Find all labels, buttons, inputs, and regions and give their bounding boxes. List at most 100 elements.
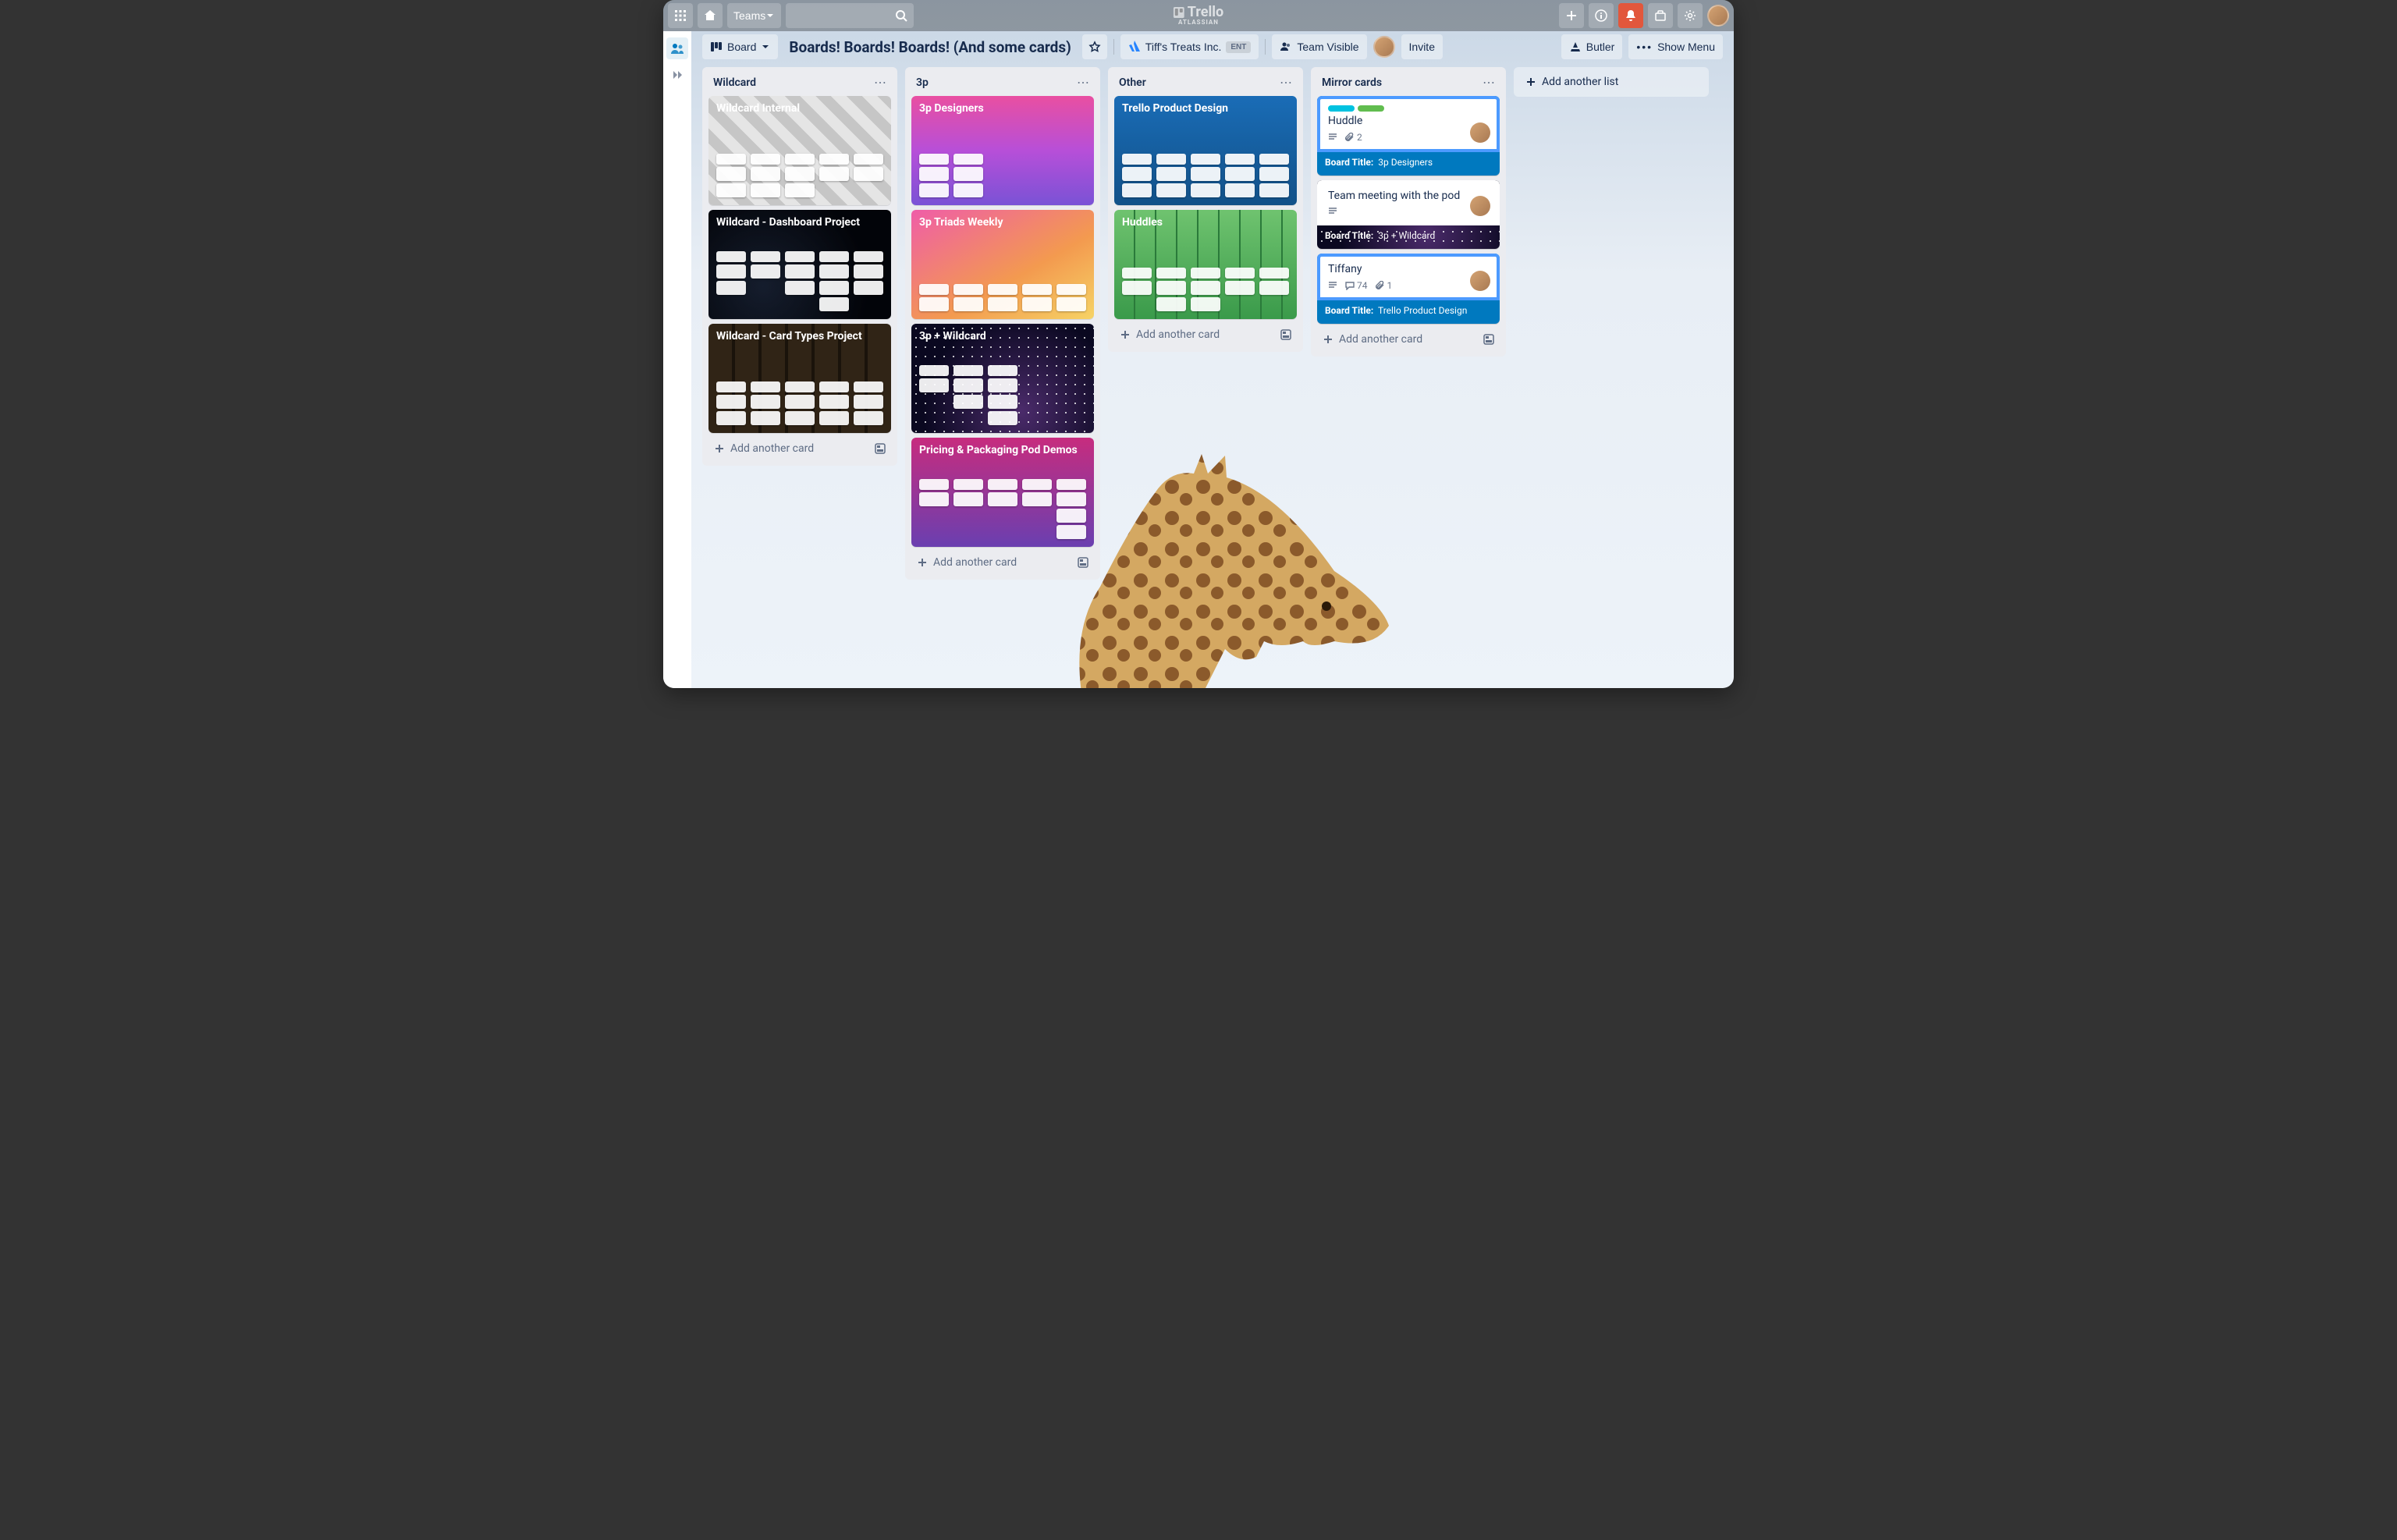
board-card[interactable]: Wildcard - Dashboard Project xyxy=(708,210,891,319)
description-icon xyxy=(1328,207,1337,216)
invite-button[interactable]: Invite xyxy=(1401,34,1443,59)
list-menu-button[interactable]: ⋯ xyxy=(1077,75,1089,90)
global-header: Teams Trello ATLASSIAN xyxy=(663,0,1734,31)
board-card-title: Wildcard - Dashboard Project xyxy=(716,216,883,229)
info-button[interactable] xyxy=(1589,3,1614,28)
grid-icon xyxy=(674,9,687,22)
board-icon xyxy=(710,41,723,53)
atlassian-icon xyxy=(1128,41,1141,53)
board-card-title: 3p + Wildcard xyxy=(919,330,1086,342)
list-title[interactable]: Other xyxy=(1119,76,1146,89)
plus-icon xyxy=(1525,76,1537,88)
chevron-down-icon xyxy=(765,11,775,20)
board-card[interactable]: 3p Designers xyxy=(911,96,1094,205)
description-icon xyxy=(1328,281,1337,290)
create-from-template-button[interactable] xyxy=(1280,328,1292,341)
expand-rail[interactable] xyxy=(666,64,688,86)
board-card[interactable]: 3p + Wildcard xyxy=(911,324,1094,433)
card-title: Tiffany xyxy=(1328,263,1489,275)
board-view-switcher[interactable]: Board xyxy=(702,34,778,59)
create-button[interactable] xyxy=(1559,3,1584,28)
home-icon xyxy=(704,9,716,22)
plus-icon xyxy=(713,442,726,455)
list-menu-button[interactable]: ⋯ xyxy=(1483,75,1495,90)
member-avatar[interactable] xyxy=(1470,271,1490,291)
description-icon xyxy=(1328,133,1337,142)
divider xyxy=(1113,39,1114,55)
board-card[interactable]: Trello Product Design xyxy=(1114,96,1297,205)
list-title[interactable]: Wildcard xyxy=(713,76,756,89)
star-button[interactable] xyxy=(1082,34,1107,59)
show-menu-button[interactable]: ••• Show Menu xyxy=(1628,34,1723,59)
list: Other ⋯ Trello Product Design Huddles Ad… xyxy=(1108,67,1303,352)
mirror-card[interactable]: Tiffany 741 Board Title: Trello Product … xyxy=(1317,254,1500,324)
teams-dropdown[interactable]: Teams xyxy=(727,3,781,28)
mirror-card-source: Board Title: 3p + Wildcard xyxy=(1317,225,1500,249)
add-card-button[interactable]: Add another card xyxy=(708,438,891,460)
list: 3p ⋯ 3p Designers 3p Triads Weekly 3p + … xyxy=(905,67,1100,580)
template-icon xyxy=(1280,328,1292,341)
butler-icon xyxy=(1569,41,1582,53)
home-button[interactable] xyxy=(698,3,723,28)
plus-icon xyxy=(1322,333,1334,346)
member-avatar[interactable] xyxy=(1470,122,1490,143)
board-card-title: 3p Designers xyxy=(919,102,1086,115)
search-input[interactable] xyxy=(786,3,914,28)
mirror-card[interactable]: Team meeting with the pod Board Title: 3… xyxy=(1317,180,1500,249)
create-from-template-button[interactable] xyxy=(1077,556,1089,569)
user-avatar[interactable] xyxy=(1707,5,1729,27)
apps-button[interactable] xyxy=(668,3,693,28)
ent-badge: ENT xyxy=(1226,41,1251,53)
list: Mirror cards ⋯ Huddle 2 Board Title: 3p … xyxy=(1311,67,1506,357)
board-card-title: Pricing & Packaging Pod Demos xyxy=(919,444,1086,456)
comment-icon xyxy=(1345,281,1355,290)
people-icon xyxy=(1280,41,1292,53)
create-from-template-button[interactable] xyxy=(1483,333,1495,346)
board-title[interactable]: Boards! Boards! Boards! (And some cards) xyxy=(784,38,1075,56)
mirror-card[interactable]: Huddle 2 Board Title: 3p Designers xyxy=(1317,96,1500,176)
board-card[interactable]: Huddles xyxy=(1114,210,1297,319)
board-card[interactable]: Pricing & Packaging Pod Demos xyxy=(911,438,1094,547)
board-card-title: Trello Product Design xyxy=(1122,102,1289,115)
list-menu-button[interactable]: ⋯ xyxy=(1280,75,1292,90)
menu-dots-icon: ••• xyxy=(1636,41,1653,53)
board-card-title: 3p Triads Weekly xyxy=(919,216,1086,229)
star-icon xyxy=(1088,41,1101,53)
board-card[interactable]: Wildcard Internal xyxy=(708,96,891,205)
gift-button[interactable] xyxy=(1648,3,1673,28)
add-list-button[interactable]: Add another list xyxy=(1514,67,1709,97)
search-icon xyxy=(895,9,907,22)
board-card[interactable]: Wildcard - Card Types Project xyxy=(708,324,891,433)
info-icon xyxy=(1595,9,1607,22)
workspace-nav[interactable] xyxy=(666,37,688,59)
settings-button[interactable] xyxy=(1678,3,1703,28)
member-avatar[interactable] xyxy=(1373,36,1395,58)
chevron-right-double-icon xyxy=(672,69,683,80)
list-menu-button[interactable]: ⋯ xyxy=(874,75,886,90)
card-title: Team meeting with the pod xyxy=(1328,190,1489,202)
card-title: Huddle xyxy=(1328,115,1489,127)
mirror-card-source: Board Title: 3p Designers xyxy=(1317,152,1500,176)
board-card[interactable]: 3p Triads Weekly xyxy=(911,210,1094,319)
add-card-button[interactable]: Add another card xyxy=(1317,328,1500,350)
list-title[interactable]: Mirror cards xyxy=(1322,76,1382,89)
bell-icon xyxy=(1625,9,1637,22)
board-header: Board Boards! Boards! Boards! (And some … xyxy=(691,31,1734,62)
workspace-link[interactable]: Tiff's Treats Inc. ENT xyxy=(1120,34,1259,59)
create-from-template-button[interactable] xyxy=(874,442,886,455)
add-card-button[interactable]: Add another card xyxy=(911,552,1094,573)
chevron-down-icon xyxy=(761,42,770,51)
notifications-button[interactable] xyxy=(1618,3,1643,28)
gear-icon xyxy=(1684,9,1696,22)
mirror-card-source: Board Title: Trello Product Design xyxy=(1317,300,1500,324)
briefcase-icon xyxy=(1654,9,1667,22)
divider xyxy=(1265,39,1266,55)
board-canvas: Wildcard ⋯ Wildcard Internal Wildcard - … xyxy=(691,62,1734,688)
visibility-button[interactable]: Team Visible xyxy=(1272,34,1366,59)
list-title[interactable]: 3p xyxy=(916,76,929,89)
add-card-button[interactable]: Add another card xyxy=(1114,324,1297,346)
member-avatar[interactable] xyxy=(1470,196,1490,216)
butler-button[interactable]: Butler xyxy=(1561,34,1623,59)
attachment-icon xyxy=(1345,133,1355,142)
trello-logo: Trello ATLASSIAN xyxy=(1174,5,1223,26)
